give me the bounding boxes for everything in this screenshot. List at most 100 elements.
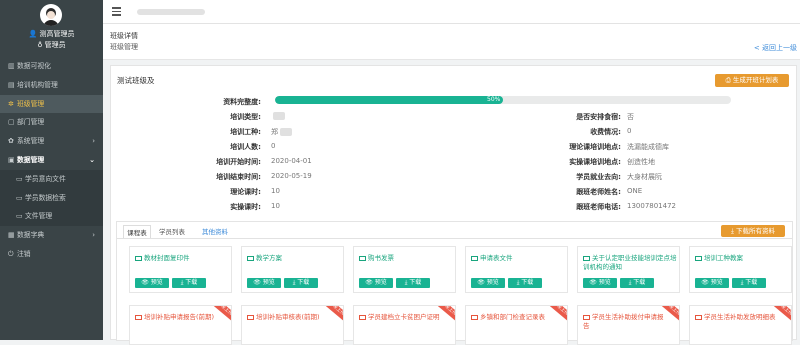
class-detail-card: 测试班级及 ⎙ 生成开班计划表 资料完整度: 50% 培训类型: 培训工种: 郑培训…: [110, 65, 797, 345]
tab-schedule[interactable]: 课程表: [123, 225, 151, 239]
menu-item-department[interactable]: ▢ 部门管理: [0, 113, 103, 132]
menu-item-visualization[interactable]: ▥ 数据可视化: [0, 57, 103, 76]
folder-icon: [583, 255, 590, 261]
page-title: 班级详情: [110, 32, 138, 40]
field-label: 培训工种:: [230, 128, 261, 136]
folder-icon: [695, 314, 702, 320]
download-button[interactable]: ⤓ 下载: [508, 278, 542, 288]
field-value: [271, 112, 285, 120]
download-all-button[interactable]: ⤓ 下载所有资料: [721, 225, 785, 237]
user-role: 管理员: [44, 41, 66, 49]
menu-item-institution[interactable]: ▤ 培训机构管理: [0, 76, 103, 95]
submenu-item-intent-files[interactable]: ▭ 学员意向文件: [0, 170, 103, 189]
tab-other-docs[interactable]: 其他资料: [197, 225, 233, 239]
document-name: 乡镇和部门检查记录表: [471, 313, 557, 322]
menu-item-dictionary[interactable]: ▦ 数据字典 ›: [0, 226, 103, 245]
document-card: 教材封面复印件 👁 预览 ⤓ 下载: [129, 246, 232, 293]
download-button[interactable]: ⤓ 下载: [732, 278, 766, 288]
download-button[interactable]: ⤓ 下载: [172, 278, 206, 288]
field-value: 2020-05-19: [271, 172, 312, 180]
missing-document-card: 培训补贴申请报告(前期) 未上传: [129, 305, 232, 345]
building-icon: ▤: [8, 80, 15, 89]
field-value: 创造性地: [627, 158, 655, 166]
document-name: 关于认定职业技能培训定点培训机构的通知: [583, 254, 677, 271]
field-label: 理论课时:: [230, 188, 261, 196]
download-button[interactable]: ⤓ 下载: [620, 278, 654, 288]
folder-icon: [135, 255, 142, 261]
back-link[interactable]: < 返回上一级: [754, 43, 797, 53]
download-button[interactable]: ⤓ 下载: [396, 278, 430, 288]
field-value: 0: [627, 127, 632, 135]
missing-document-card: 学员建档立卡贫困户证明 未上传: [353, 305, 456, 345]
document-card: 培训工种教案 👁 预览 ⤓ 下载: [689, 246, 792, 293]
tab-students[interactable]: 学员列表: [155, 225, 189, 239]
submenu-item-files[interactable]: ▭ 文件管理: [0, 207, 103, 226]
field-label: 培训开始时间:: [216, 158, 261, 166]
submenu-data: ▭ 学员意向文件 ▭ 学员数据检索 ▭ 文件管理: [0, 169, 103, 227]
preview-button[interactable]: 👁 预览: [359, 278, 393, 288]
field-label: 是否安排食宿:: [576, 113, 621, 121]
menu-item-class[interactable]: ✲ 班级管理: [0, 94, 103, 114]
folder-icon: ▭: [16, 174, 23, 183]
preview-button[interactable]: 👁 预览: [695, 278, 729, 288]
document-name: 学员生活补助拨付申请报告: [583, 313, 664, 330]
folder-icon: [135, 314, 142, 320]
blurred-title: [137, 9, 205, 15]
download-button[interactable]: ⤓ 下载: [284, 278, 318, 288]
folder-icon: [247, 314, 254, 320]
preview-button[interactable]: 👁 预览: [135, 278, 169, 288]
field-value: 郑: [271, 127, 292, 137]
preview-button[interactable]: 👁 预览: [583, 278, 617, 288]
chevron-right-icon: ›: [92, 137, 95, 146]
completeness-progress: 50%: [275, 96, 731, 104]
folder-icon: ▭: [16, 212, 23, 221]
folder-icon: ▭: [16, 193, 23, 202]
field-value: ONE: [627, 187, 643, 195]
document-name: 培训补贴申请报告(前期): [135, 313, 221, 322]
missing-document-card: 乡镇和部门检查记录表 未上传: [465, 305, 568, 345]
breadcrumb: 班级管理: [110, 43, 138, 51]
field-value: 10: [271, 202, 280, 210]
field-value: 13007801472: [627, 202, 676, 210]
document-name: 申请表文件: [471, 254, 565, 263]
preview-button[interactable]: 👁 预览: [247, 278, 281, 288]
progress-label: 资料完整度:: [223, 98, 261, 106]
document-name: 学员建档立卡贫困户证明: [359, 313, 445, 322]
folder-icon: [247, 255, 254, 261]
document-name: 培训工种教案: [695, 254, 789, 263]
menu-item-data[interactable]: ▣ 数据管理 ⌄: [0, 151, 103, 170]
document-name: 教学方案: [247, 254, 341, 263]
field-value: 否: [627, 113, 634, 121]
chevron-down-icon: ⌄: [89, 155, 95, 164]
folder-icon: [359, 255, 366, 261]
field-label: 跟班老师姓名:: [576, 188, 621, 196]
role-icon: ♁: [37, 41, 45, 49]
folder-icon: ▢: [8, 118, 15, 127]
menu-item-system[interactable]: ✿ 系统管理 ›: [0, 132, 103, 151]
field-label: 培训类型:: [230, 113, 261, 121]
chart-icon: ▥: [8, 62, 15, 70]
document-card: 关于认定职业技能培训定点培训机构的通知 👁 预览 ⤓ 下载: [577, 246, 680, 293]
field-value: 10: [271, 187, 280, 195]
user-panel: 👤 测高管理员 ♁ 管理员: [0, 0, 103, 57]
progress-text: 50%: [487, 96, 501, 103]
folder-icon: ▣: [8, 155, 15, 164]
menu-toggle-icon[interactable]: [112, 7, 121, 16]
submenu-item-student-search[interactable]: ▭ 学员数据检索: [0, 189, 103, 208]
field-value: 洗漏能成德库: [627, 143, 669, 151]
folder-icon: [583, 314, 590, 320]
field-label: 培训结束时间:: [216, 173, 261, 181]
field-value: 0: [271, 142, 276, 150]
folder-icon: [471, 255, 478, 261]
documents-panel: 课程表 学员列表 其他资料 ⤓ 下载所有资料 教材封面复印件 👁 预览 ⤓ 下载…: [116, 221, 793, 345]
generate-plan-button[interactable]: ⎙ 生成开班计划表: [715, 74, 789, 87]
document-name: 购书发票: [359, 254, 453, 263]
top-bar: [103, 0, 800, 24]
document-card: 购书发票 👁 预览 ⤓ 下载: [353, 246, 456, 293]
folder-icon: [471, 314, 478, 320]
preview-button[interactable]: 👁 预览: [471, 278, 505, 288]
field-label: 学员就业去向:: [576, 173, 621, 181]
avatar[interactable]: [40, 4, 62, 26]
field-value: 大身材展阮: [627, 173, 662, 181]
menu-item-logout[interactable]: ⏻ 注销: [0, 245, 103, 264]
